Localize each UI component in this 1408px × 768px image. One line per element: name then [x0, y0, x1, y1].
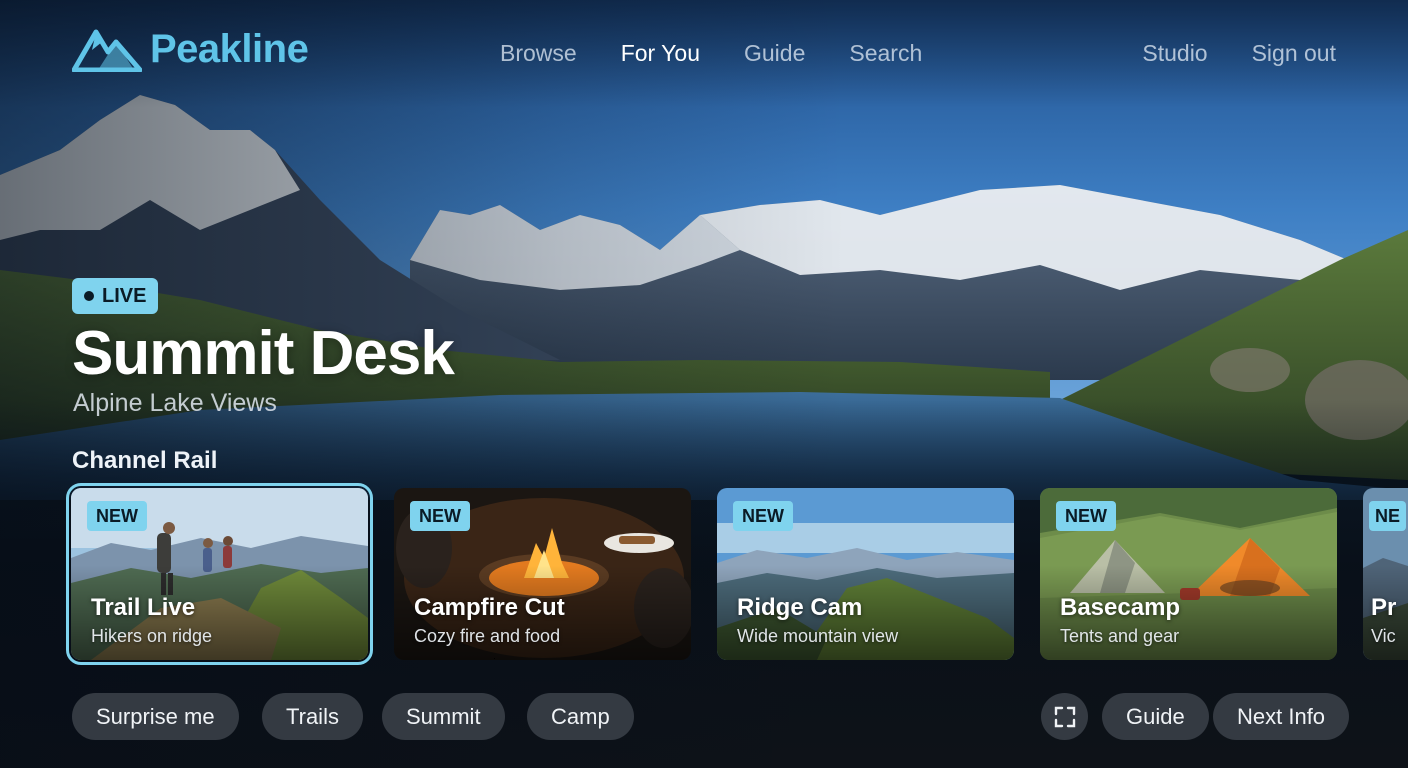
live-badge: LIVE [72, 278, 159, 314]
guide-button[interactable]: Guide [1102, 693, 1209, 740]
channel-rail: NEW Trail Live Hikers on ridge NEW Campf… [0, 483, 1408, 665]
next-info-button[interactable]: Next Info [1213, 693, 1350, 740]
hero-title: Summit Desk [72, 319, 455, 388]
fullscreen-button[interactable] [1041, 693, 1088, 740]
channel-card-trail-live[interactable]: NEW Trail Live Hikers on ridge [66, 483, 373, 665]
card-title: Trail Live [91, 594, 196, 621]
main-nav: Browse For You Guide Search [500, 40, 922, 67]
nav-search[interactable]: Search [849, 40, 922, 67]
card-subtitle: Hikers on ridge [91, 626, 213, 646]
new-badge: NEW [410, 501, 470, 531]
fullscreen-icon [1054, 706, 1075, 727]
top-bar: Peakline Browse For You Guide Search Stu… [0, 0, 1408, 110]
channel-card-campfire-cut[interactable]: NEW Campfire Cut Cozy fire and food [394, 488, 691, 660]
nav-for-you[interactable]: For You [621, 40, 700, 67]
camp-chip[interactable]: Camp [527, 693, 634, 740]
live-label: LIVE [102, 284, 147, 307]
nav-browse[interactable]: Browse [500, 40, 577, 67]
summit-chip[interactable]: Summit [382, 693, 505, 740]
new-badge: NE [1369, 501, 1407, 531]
new-badge: NEW [1056, 501, 1116, 531]
mountain-logo-icon [72, 29, 142, 72]
new-badge: NEW [87, 501, 147, 531]
account-nav: Studio Sign out [1142, 40, 1336, 67]
brand-logo[interactable]: Peakline [72, 26, 309, 72]
card-subtitle: Wide mountain view [737, 626, 899, 646]
nav-sign-out[interactable]: Sign out [1252, 40, 1336, 67]
card-subtitle: Cozy fire and food [414, 626, 561, 646]
card-title: Campfire Cut [414, 594, 565, 621]
card-title: Ridge Cam [737, 594, 863, 621]
card-title: Pr [1371, 594, 1397, 621]
surprise-me-button[interactable]: Surprise me [72, 693, 239, 740]
new-badge: NEW [733, 501, 793, 531]
card-title: Basecamp [1060, 594, 1181, 621]
nav-guide[interactable]: Guide [744, 40, 805, 67]
hero-subtitle: Alpine Lake Views [73, 389, 277, 417]
live-dot-icon [84, 291, 94, 301]
channel-card-partial[interactable]: NE Pr Vic [1363, 488, 1408, 660]
card-subtitle: Tents and gear [1060, 626, 1180, 646]
card-subtitle: Vic [1371, 626, 1396, 646]
trails-chip[interactable]: Trails [262, 693, 363, 740]
channel-card-basecamp[interactable]: NEW Basecamp Tents and gear [1040, 488, 1337, 660]
brand-name: Peakline [150, 26, 309, 71]
channel-card-ridge-cam[interactable]: NEW Ridge Cam Wide mountain view [717, 488, 1014, 660]
rail-title: Channel Rail [72, 447, 218, 474]
nav-studio[interactable]: Studio [1142, 40, 1207, 67]
